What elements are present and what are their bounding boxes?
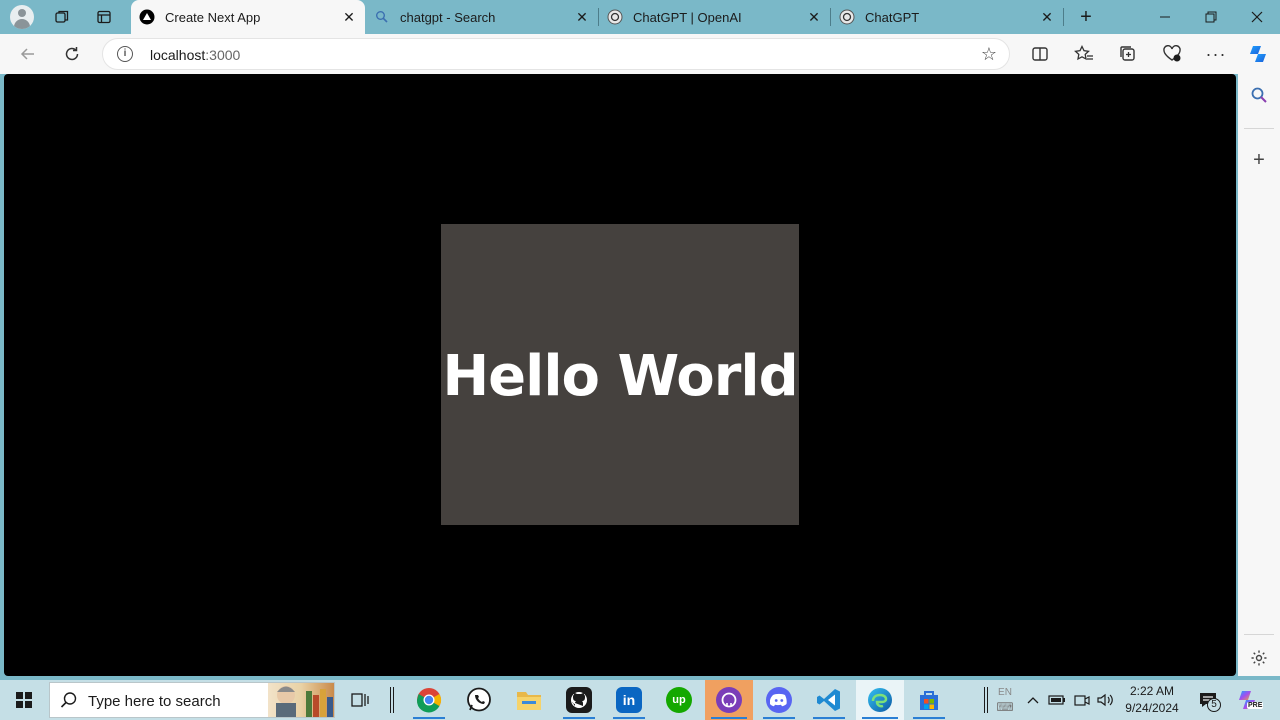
- windows-taskbar: Type here to search in up EN ⌨ 2:22 AM 9…: [0, 680, 1280, 720]
- back-arrow-icon[interactable]: [14, 40, 42, 68]
- notifications-icon[interactable]: 5: [1194, 680, 1222, 720]
- tab-title: ChatGPT | OpenAI: [633, 9, 742, 25]
- close-tab-icon[interactable]: ✕: [1039, 9, 1055, 25]
- edge-app-icon[interactable]: [856, 680, 904, 720]
- url-host: localhost: [150, 47, 206, 63]
- upwork-logo-icon: up: [666, 687, 692, 713]
- meet-camera-icon[interactable]: [1072, 680, 1092, 720]
- restore-icon[interactable]: [1188, 0, 1234, 34]
- notification-count-badge: 5: [1207, 698, 1221, 712]
- tab-chatgpt-openai[interactable]: ChatGPT | OpenAI ✕: [599, 0, 830, 34]
- github-purple-logo-icon: [716, 687, 742, 713]
- tab-chatgpt[interactable]: ChatGPT ✕: [831, 0, 1063, 34]
- search-favicon-icon: [374, 9, 390, 25]
- page-content: Hello World: [4, 74, 1236, 676]
- browser-essentials-icon[interactable]: [1158, 40, 1186, 68]
- openai-favicon-icon: [607, 9, 623, 25]
- search-highlight-illustration: [268, 683, 334, 717]
- tab-title: chatgpt - Search: [400, 9, 496, 25]
- tab-strip: Create Next App ✕ chatgpt - Search ✕ Cha…: [0, 0, 1280, 34]
- close-tab-icon[interactable]: ✕: [574, 9, 590, 25]
- favorite-star-icon[interactable]: ☆: [981, 44, 997, 65]
- new-tab-icon[interactable]: +: [1072, 4, 1100, 30]
- start-button[interactable]: [0, 680, 48, 720]
- address-url[interactable]: localhost:3000: [150, 47, 240, 63]
- sidebar-settings-icon[interactable]: [1246, 645, 1272, 671]
- battery-icon[interactable]: [1046, 680, 1068, 720]
- url-port: :3000: [205, 47, 241, 63]
- more-options-icon[interactable]: ···: [1202, 40, 1230, 68]
- address-bar[interactable]: i localhost:3000 ☆: [102, 38, 1010, 70]
- split-screen-icon[interactable]: [1026, 40, 1054, 68]
- sidebar-divider: [1244, 128, 1274, 129]
- collections-icon[interactable]: [1114, 40, 1142, 68]
- input-language-indicator[interactable]: EN ⌨: [992, 680, 1018, 720]
- sidebar-search-icon[interactable]: [1246, 82, 1272, 108]
- github-logo-icon: [566, 687, 592, 713]
- openai-favicon-icon: [839, 9, 855, 25]
- system-clock[interactable]: 2:22 AM 9/24/2024: [1112, 683, 1192, 717]
- file-explorer-icon[interactable]: [507, 680, 551, 720]
- taskbar-search-box[interactable]: Type here to search: [49, 682, 335, 718]
- vscode-app-icon[interactable]: [807, 680, 851, 720]
- nextjs-favicon-icon: [139, 9, 155, 25]
- linkedin-app-icon[interactable]: in: [607, 680, 651, 720]
- workspaces-icon[interactable]: [48, 4, 76, 30]
- windows-logo-icon: [16, 692, 32, 708]
- favorites-icon[interactable]: [1070, 40, 1098, 68]
- whatsapp-app-icon[interactable]: [457, 680, 501, 720]
- sidebar-divider: [1244, 634, 1274, 635]
- close-tab-icon[interactable]: ✕: [806, 9, 822, 25]
- site-info-icon[interactable]: i: [117, 46, 133, 62]
- discord-app-icon[interactable]: [757, 680, 801, 720]
- page-heading: Hello World: [442, 344, 798, 409]
- close-tab-icon[interactable]: ✕: [341, 9, 357, 25]
- search-placeholder: Type here to search: [88, 693, 221, 710]
- tab-chatgpt-search[interactable]: chatgpt - Search ✕: [366, 0, 598, 34]
- chrome-app-icon[interactable]: [407, 680, 451, 720]
- tab-create-next-app[interactable]: Create Next App ✕: [131, 0, 365, 34]
- tab-actions-icon[interactable]: [90, 4, 118, 30]
- hello-card: Hello World: [441, 224, 799, 525]
- github-desktop-icon[interactable]: [557, 680, 601, 720]
- profile-avatar[interactable]: [10, 5, 34, 29]
- search-icon: [60, 692, 77, 708]
- linkedin-logo-icon: in: [616, 687, 642, 713]
- show-hidden-icons-chevron-icon[interactable]: [1024, 680, 1042, 720]
- copilot-taskbar-icon[interactable]: PRE: [1232, 680, 1264, 720]
- keyboard-icon: ⌨: [996, 700, 1014, 714]
- edge-sidebar: +: [1238, 74, 1280, 676]
- browser-toolbar: i localhost:3000 ☆ ···: [0, 34, 1280, 74]
- close-window-icon[interactable]: [1234, 0, 1280, 34]
- tab-title: ChatGPT: [865, 9, 920, 25]
- sidebar-add-icon[interactable]: +: [1246, 147, 1272, 173]
- tab-separator: [1063, 8, 1064, 26]
- refresh-icon[interactable]: [58, 40, 86, 68]
- clock-date: 9/24/2024: [1125, 701, 1179, 715]
- discord-logo-icon: [766, 687, 792, 713]
- minimize-icon[interactable]: [1142, 0, 1188, 34]
- clock-time: 2:22 AM: [1129, 684, 1175, 698]
- copilot-icon[interactable]: [1244, 40, 1272, 68]
- microsoft-store-icon[interactable]: [907, 680, 951, 720]
- github-app-icon[interactable]: [705, 680, 753, 720]
- upwork-app-icon[interactable]: up: [657, 680, 701, 720]
- language-code: EN: [998, 687, 1012, 698]
- tab-title: Create Next App: [165, 9, 261, 25]
- preview-badge: PRE: [1247, 702, 1264, 709]
